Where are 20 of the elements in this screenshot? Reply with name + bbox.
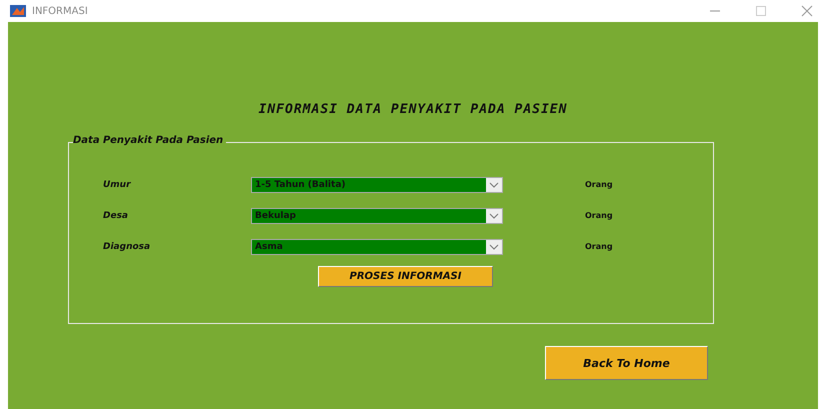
dropdown[interactable]: 1-5 Tahun (Balita) xyxy=(251,176,503,192)
field-label: Umur xyxy=(102,180,132,190)
field-label: Desa xyxy=(102,210,130,220)
unit-label: Orang xyxy=(585,180,613,189)
page-heading: INFORMASI DATA PENYAKIT PADA PASIEN xyxy=(258,102,568,117)
dropdown[interactable]: Asma xyxy=(251,238,503,254)
back-button[interactable]: Back To Home xyxy=(545,346,708,380)
field-label: Diagnosa xyxy=(102,242,152,252)
group-title: Data Penyakit Pada Pasien xyxy=(73,135,226,146)
maximize-icon[interactable] xyxy=(755,5,767,17)
chevron-icon xyxy=(486,178,502,192)
app-icon xyxy=(10,5,26,17)
window-title: INFORMASI xyxy=(32,6,88,16)
dropdown[interactable]: Bekulap xyxy=(251,208,503,224)
unit-label: Orang xyxy=(585,211,613,220)
close-icon[interactable] xyxy=(801,5,813,17)
chevron-icon xyxy=(486,240,502,254)
process-button[interactable]: PROSES INFORMASI xyxy=(318,266,493,287)
unit-label: Orang xyxy=(585,242,613,251)
chevron-icon xyxy=(486,208,502,222)
